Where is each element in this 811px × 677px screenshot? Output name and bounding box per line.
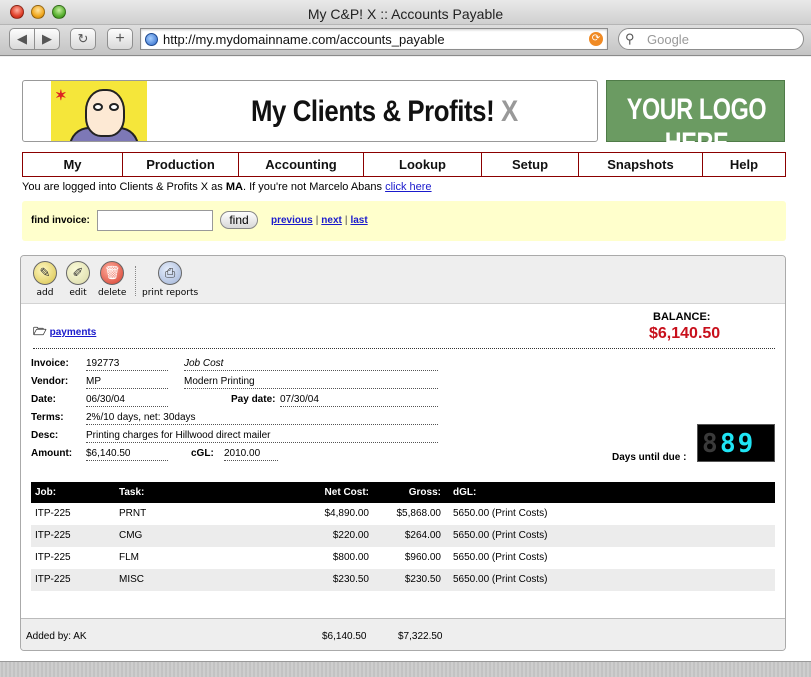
menu-item-accounting[interactable]: Accounting	[239, 153, 364, 176]
app-title: My Clients & Profits! X	[251, 95, 518, 128]
card-footer: Added by: AK $6,140.50 $7,322.50	[21, 618, 785, 650]
job-cost-table: Job: Task: Net Cost: Gross: dGL: ITP-225…	[31, 482, 775, 591]
menu-item-setup[interactable]: Setup	[482, 153, 579, 176]
browser-toolbar: ◀ ▶ ↻ + http://my.mydomainname.com/accou…	[0, 25, 811, 56]
print-reports-button[interactable]: ⎙ print reports	[142, 261, 198, 298]
toolbar-divider	[135, 266, 136, 296]
invoice-label: Invoice:	[31, 358, 69, 369]
col-net-cost: Net Cost:	[324, 487, 369, 498]
description-value: Printing charges for Hillwood direct mai…	[86, 430, 438, 443]
find-button[interactable]: find	[220, 211, 258, 229]
terms-label: Terms:	[31, 412, 64, 423]
record-navigation: previous | next | last	[271, 215, 368, 226]
menu-item-production[interactable]: Production	[123, 153, 239, 176]
url-text[interactable]: http://my.mydomainname.com/accounts_paya…	[163, 32, 445, 47]
company-logo: YOUR LOGO HERE	[606, 80, 785, 160]
vendor-code: MP	[86, 376, 168, 389]
main-menu: My Production Accounting Lookup Setup Sn…	[22, 152, 786, 177]
forward-arrow-icon: ▶	[42, 31, 52, 46]
page-content: ✶ My Clients & Profits! X YOUR LOGO HERE…	[0, 57, 811, 661]
add-bookmark-button[interactable]: +	[107, 28, 133, 50]
search-placeholder: Google	[647, 32, 689, 47]
days-until-due-display: 8 89	[697, 424, 775, 462]
balance-label: BALANCE:	[653, 311, 711, 323]
find-invoice-bar: find invoice: find previous | next | last	[22, 201, 786, 241]
address-bar[interactable]: http://my.mydomainname.com/accounts_paya…	[140, 28, 608, 50]
col-task: Task:	[119, 487, 145, 498]
reload-icon: ↻	[77, 31, 89, 46]
record-toolbar: ✎ add ✐ edit 🗑 delete ⎙ print reports	[21, 256, 785, 304]
payments-link-row: 🗁 payments	[33, 323, 96, 342]
previous-link[interactable]: previous	[271, 215, 313, 226]
col-job: Job:	[35, 487, 57, 498]
cgl-label: cGL:	[191, 448, 214, 459]
days-until-due-label: Days until due :	[612, 452, 687, 463]
divider	[33, 348, 775, 349]
desc-label: Desc:	[31, 430, 59, 441]
trash-icon: 🗑	[100, 261, 125, 285]
reload-button[interactable]: ↻	[70, 28, 96, 50]
menu-item-snapshots[interactable]: Snapshots	[579, 153, 703, 176]
pencil-icon: ✎	[33, 261, 57, 285]
menu-item-my[interactable]: My	[23, 153, 123, 176]
added-by: Added by: AK	[26, 631, 87, 642]
menu-item-lookup[interactable]: Lookup	[364, 153, 482, 176]
terms-value: 2%/10 days, net: 30days	[86, 412, 438, 425]
edit-icon: ✐	[66, 261, 90, 285]
login-message: You are logged into Clients & Profits X …	[22, 181, 432, 193]
find-invoice-label: find invoice:	[31, 215, 90, 226]
back-button[interactable]: ◀	[9, 28, 35, 50]
snapback-icon[interactable]: ⟳	[589, 32, 603, 46]
search-field[interactable]: ⚲ Google	[618, 28, 804, 50]
table-row[interactable]: ITP-225 CMG $220.00 $264.00 5650.00 (Pri…	[31, 525, 775, 547]
pay-date: 07/30/04	[280, 394, 438, 407]
amount-value: $6,140.50	[86, 448, 168, 461]
window-bottom-edge	[0, 661, 811, 677]
col-gross: Gross:	[408, 487, 441, 498]
table-header: Job: Task: Net Cost: Gross: dGL:	[31, 482, 775, 503]
window-title: My C&P! X :: Accounts Payable	[307, 6, 504, 22]
net-total: $6,140.50	[322, 631, 367, 642]
printer-icon: ⎙	[158, 261, 183, 285]
click-here-link[interactable]: click here	[385, 181, 431, 193]
back-arrow-icon: ◀	[17, 31, 27, 46]
vendor-name: Modern Printing	[184, 376, 438, 389]
table-row[interactable]: ITP-225 FLM $800.00 $960.00 5650.00 (Pri…	[31, 547, 775, 569]
header-banner: ✶ My Clients & Profits! X	[22, 80, 598, 142]
days-digits: 89	[720, 429, 756, 459]
pay-date-label: Pay date:	[231, 394, 276, 405]
gross-total: $7,322.50	[398, 631, 443, 642]
invoice-number: 192773	[86, 358, 168, 371]
title-bar: My C&P! X :: Accounts Payable	[0, 0, 811, 25]
find-invoice-input[interactable]	[97, 210, 213, 231]
date-label: Date:	[31, 394, 57, 405]
menu-item-help[interactable]: Help	[703, 153, 785, 176]
search-icon: ⚲	[625, 31, 635, 46]
unlit-digit: 8	[702, 429, 718, 459]
add-button[interactable]: ✎ add	[33, 261, 57, 298]
payments-link[interactable]: payments	[50, 327, 97, 338]
invoice-date: 06/30/04	[86, 394, 168, 407]
invoice-type: Job Cost	[184, 358, 438, 371]
col-dgl: dGL:	[453, 487, 477, 498]
forward-button[interactable]: ▶	[34, 28, 60, 50]
table-row[interactable]: ITP-225 MISC $230.50 $230.50 5650.00 (Pr…	[31, 569, 775, 591]
globe-icon	[145, 33, 158, 46]
amount-label: Amount:	[31, 448, 73, 459]
cartoon-illustration: ✶	[51, 81, 147, 141]
next-link[interactable]: next	[321, 215, 342, 226]
plus-icon: +	[115, 30, 125, 47]
delete-button[interactable]: 🗑 delete	[98, 261, 126, 298]
balance-value: $6,140.50	[649, 325, 721, 342]
edit-button[interactable]: ✐ edit	[66, 261, 90, 298]
table-row[interactable]: ITP-225 PRNT $4,890.00 $5,868.00 5650.00…	[31, 503, 775, 525]
last-link[interactable]: last	[350, 215, 367, 226]
folder-icon: 🗁	[33, 326, 47, 338]
invoice-card: ✎ add ✐ edit 🗑 delete ⎙ print reports 🗁 p…	[20, 255, 786, 651]
cgl-value: 2010.00	[224, 448, 278, 461]
vendor-label: Vendor:	[31, 376, 69, 387]
